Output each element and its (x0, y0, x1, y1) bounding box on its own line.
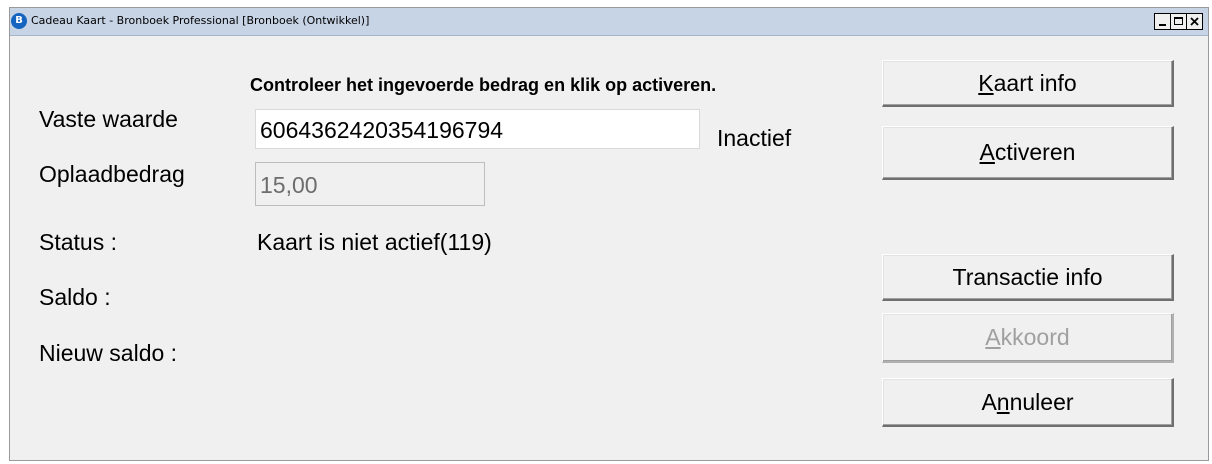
gift-card-dialog: B Cadeau Kaart - Bronboek Professional [… (9, 7, 1209, 461)
vaste-waarde-label: Vaste waarde (39, 106, 178, 132)
annuleer-label-start: A (981, 388, 997, 415)
caption-buttons (1154, 13, 1203, 30)
activeren-button[interactable]: Activeren (882, 126, 1174, 180)
status-value: Kaart is niet actief(119) (257, 229, 492, 255)
window-title: Cadeau Kaart - Bronboek Professional [Br… (31, 14, 370, 27)
status-label: Status : (39, 229, 117, 255)
akkoord-mnemonic: A (985, 324, 1001, 350)
akkoord-button[interactable]: Akkoord (882, 313, 1174, 363)
annuleer-label-end: nuleer (1009, 388, 1074, 415)
annuleer-mnemonic: n (996, 388, 1010, 415)
transactie-info-label: Transactie info (952, 263, 1103, 290)
vaste-waarde-input[interactable] (255, 109, 700, 149)
kaart-info-button[interactable]: Kaart info (882, 60, 1174, 107)
close-icon[interactable] (1186, 13, 1203, 30)
instruction-text: Controleer het ingevoerde bedrag en klik… (250, 75, 717, 95)
annuleer-button[interactable]: Annuleer (882, 378, 1174, 427)
kaart-info-mnemonic: K (978, 69, 994, 96)
activeren-label: ctiveren (994, 139, 1076, 165)
minimize-icon[interactable] (1154, 13, 1171, 30)
akkoord-label: kkoord (1000, 324, 1070, 350)
maximize-icon[interactable] (1170, 13, 1187, 30)
app-logo-icon: B (11, 13, 27, 29)
nieuw-saldo-label: Nieuw saldo : (39, 340, 178, 366)
oplaadbedrag-label: Oplaadbedrag (39, 161, 185, 187)
transactie-info-button[interactable]: Transactie info (882, 254, 1174, 301)
saldo-label: Saldo : (39, 284, 111, 310)
activeren-mnemonic: A (979, 139, 995, 165)
card-state-label: Inactief (717, 125, 792, 151)
title-bar[interactable]: B Cadeau Kaart - Bronboek Professional [… (10, 8, 1208, 36)
kaart-info-label: aart info (993, 69, 1077, 96)
oplaadbedrag-input (255, 162, 485, 206)
